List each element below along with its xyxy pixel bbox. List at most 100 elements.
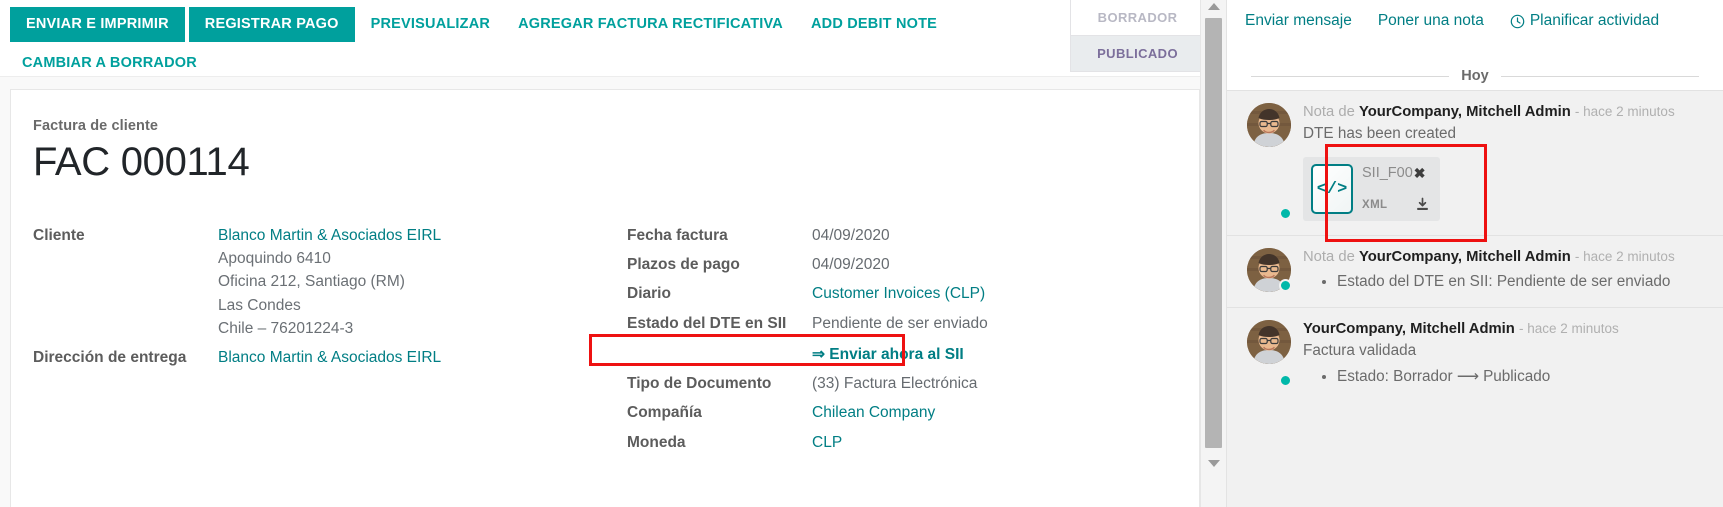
message-author[interactable]: YourCompany, Mitchell Admin — [1359, 104, 1571, 120]
field-value-tipo-documento[interactable]: (33) Factura Electrónica — [812, 369, 1128, 398]
field-label-cliente: Cliente — [33, 226, 85, 244]
message-header: Nota de YourCompany, Mitchell Admin - ha… — [1303, 248, 1705, 266]
address-line-2: Oficina 212, Santiago (RM) — [218, 273, 405, 291]
field-row-moneda: Moneda CLP — [627, 428, 1128, 457]
field-row-compania: Compañía Chilean Company — [627, 398, 1128, 427]
message-body: YourCompany, Mitchell Admin - hace 2 min… — [1303, 320, 1705, 388]
field-label-compania: Compañía — [627, 404, 702, 422]
message-body: Nota de YourCompany, Mitchell Admin - ha… — [1303, 103, 1705, 222]
attachment-card[interactable]: </> SII_F00 ✖ XML — [1303, 157, 1440, 222]
schedule-activity-label: Planificar actividad — [1529, 12, 1660, 29]
delivery-address-link[interactable]: Blanco Martin & Asociados EIRL — [218, 349, 441, 366]
attachment-filename: SII_F00 — [1362, 165, 1413, 182]
field-row-plazos-de-pago: Plazos de pago 04/09/2020 — [627, 250, 1128, 279]
send-to-sii-now-link[interactable]: ⇒ Enviar ahora al SII — [812, 341, 964, 366]
field-label-direccion-entrega: Dirección de entrega — [33, 349, 187, 367]
address-line-3: Las Condes — [218, 296, 301, 314]
schedule-activity-button[interactable]: Planificar actividad — [1510, 12, 1659, 30]
form-view-pane: ENVIAR E IMPRIMIR REGISTRAR PAGO PREVISU… — [0, 0, 1226, 507]
message-body: Nota de YourCompany, Mitchell Admin - ha… — [1303, 248, 1705, 293]
reset-to-draft-button[interactable]: CAMBIAR A BORRADOR — [10, 46, 209, 81]
log-note-button[interactable]: Poner una nota — [1378, 12, 1484, 30]
address-line-4: Chile – 76201224-3 — [218, 319, 354, 337]
message-author[interactable]: YourCompany, Mitchell Admin — [1303, 321, 1515, 337]
download-icon[interactable] — [1415, 197, 1430, 212]
attachment-remove-icon[interactable]: ✖ — [1414, 166, 1426, 180]
chatter-topbar: Enviar mensaje Poner una nota Planificar… — [1227, 0, 1723, 42]
preview-button[interactable]: PREVISUALIZAR — [359, 7, 502, 42]
tracking-value-item: Estado: Borrador ⟶ Publicado — [1337, 366, 1705, 388]
add-debit-note-button[interactable]: ADD DEBIT NOTE — [799, 7, 949, 42]
field-value-plazos-de-pago[interactable]: 04/09/2020 — [812, 250, 1128, 279]
message-timestamp: - hace 2 minutos — [1574, 249, 1675, 265]
presence-indicator-icon — [1279, 278, 1292, 292]
field-label-estado-dte-sii: Estado del DTE en SII — [627, 314, 787, 332]
record-type-label: Factura de cliente — [33, 118, 159, 134]
field-group-left: Cliente Blanco Martin & Asociados EIRL A… — [33, 221, 601, 457]
invoice-sheet: Factura de cliente FAC 000114 Cliente Bl… — [10, 89, 1200, 507]
xml-file-icon: </> — [1311, 164, 1353, 215]
avatar-wrapper — [1247, 103, 1292, 221]
field-label-moneda: Moneda — [627, 433, 686, 451]
sheet-background: Factura de cliente FAC 000114 Cliente Bl… — [0, 76, 1200, 507]
field-row-fecha-factura: Fecha factura 04/09/2020 — [627, 221, 1128, 250]
field-group-right: Fecha factura 04/09/2020 Plazos de pago … — [601, 221, 1146, 457]
odoo-invoice-screen: ENVIAR E IMPRIMIR REGISTRAR PAGO PREVISU… — [0, 0, 1723, 507]
attachment-extension: XML — [1362, 198, 1388, 211]
partner-link[interactable]: Blanco Martin & Asociados EIRL — [218, 224, 583, 247]
message-header: YourCompany, Mitchell Admin - hace 2 min… — [1303, 320, 1705, 338]
field-label-plazos-de-pago: Plazos de pago — [627, 256, 740, 274]
field-value-diario: Customer Invoices (CLP) — [812, 279, 1128, 308]
tracking-value-list: Estado del DTE en SII: Pendiente de ser … — [1303, 271, 1705, 293]
statusbar-item-posted[interactable]: PUBLICADO — [1070, 35, 1200, 72]
form-vertical-scrollbar[interactable] — [1200, 0, 1226, 507]
field-value-compania: Chilean Company — [812, 398, 1128, 427]
message-thread: Hoy Nota de YourCompany, Mitchell Admin … — [1227, 54, 1723, 507]
separator-line-left — [1251, 75, 1450, 77]
control-panel-buttons-row1: ENVIAR E IMPRIMIR REGISTRAR PAGO PREVISU… — [0, 0, 1100, 44]
avatar[interactable] — [1247, 319, 1291, 364]
scrollbar-thumb[interactable] — [1205, 18, 1222, 448]
field-value-fecha-factura[interactable]: 04/09/2020 — [812, 221, 1128, 250]
send-message-button[interactable]: Enviar mensaje — [1245, 12, 1352, 30]
field-row-direccion-entrega: Dirección de entrega Blanco Martin & Aso… — [33, 343, 583, 372]
message-item: YourCompany, Mitchell Admin - hace 2 min… — [1227, 306, 1723, 403]
tracking-value-list: Estado: Borrador ⟶ Publicado — [1303, 366, 1705, 388]
statusbar: BORRADOR PUBLICADO — [1070, 0, 1200, 72]
send-and-print-button[interactable]: ENVIAR E IMPRIMIR — [10, 7, 185, 42]
message-timestamp: - hace 2 minutos — [1574, 104, 1675, 119]
scroll-up-arrow-icon[interactable] — [1208, 3, 1220, 10]
avatar[interactable] — [1247, 103, 1291, 147]
control-panel: ENVIAR E IMPRIMIR REGISTRAR PAGO PREVISU… — [0, 0, 1226, 76]
chatter-pane: Enviar mensaje Poner una nota Planificar… — [1226, 0, 1723, 507]
field-value-direccion-entrega: Blanco Martin & Asociados EIRL — [218, 343, 583, 372]
scroll-down-arrow-icon[interactable] — [1208, 460, 1220, 467]
field-row-diario: Diario Customer Invoices (CLP) — [627, 279, 1128, 308]
field-label-diario: Diario — [627, 285, 671, 303]
avatar-wrapper — [1247, 319, 1292, 388]
attachment-meta: SII_F00 ✖ XML — [1362, 164, 1430, 214]
currency-link[interactable]: CLP — [812, 434, 842, 451]
register-payment-button[interactable]: REGISTRAR PAGO — [188, 7, 355, 42]
field-value-estado-dte-sii: Pendiente de ser enviado — [812, 314, 988, 332]
attachment-footer: XML — [1362, 197, 1430, 212]
message-prefix: Nota de — [1303, 249, 1359, 266]
message-header: Nota de YourCompany, Mitchell Admin - ha… — [1303, 103, 1705, 121]
statusbar-item-draft[interactable]: BORRADOR — [1070, 0, 1200, 35]
company-link[interactable]: Chilean Company — [812, 404, 935, 421]
message-author[interactable]: YourCompany, Mitchell Admin — [1359, 249, 1571, 265]
field-label-fecha-factura: Fecha factura — [627, 226, 728, 244]
field-value-moneda: CLP — [812, 428, 1128, 457]
journal-link[interactable]: Customer Invoices (CLP) — [812, 285, 985, 302]
message-prefix: Nota de — [1303, 104, 1359, 120]
field-row-cliente: Cliente Blanco Martin & Asociados EIRL A… — [33, 221, 583, 343]
add-credit-note-button[interactable]: AGREGAR FACTURA RECTIFICATIVA — [506, 7, 795, 42]
clock-icon — [1510, 14, 1525, 29]
avatar-wrapper — [1247, 248, 1292, 293]
field-value-cliente: Blanco Martin & Asociados EIRL Apoquindo… — [218, 221, 583, 343]
field-row-enviar-sii-action: ⇒ Enviar ahora al SII — [627, 338, 1128, 369]
message-timestamp: - hace 2 minutos — [1518, 320, 1619, 336]
message-item: Nota de YourCompany, Mitchell Admin - ha… — [1227, 90, 1723, 236]
page-title: FAC 000114 — [33, 140, 250, 184]
tracking-value-item: Estado del DTE en SII: Pendiente de ser … — [1337, 271, 1705, 293]
